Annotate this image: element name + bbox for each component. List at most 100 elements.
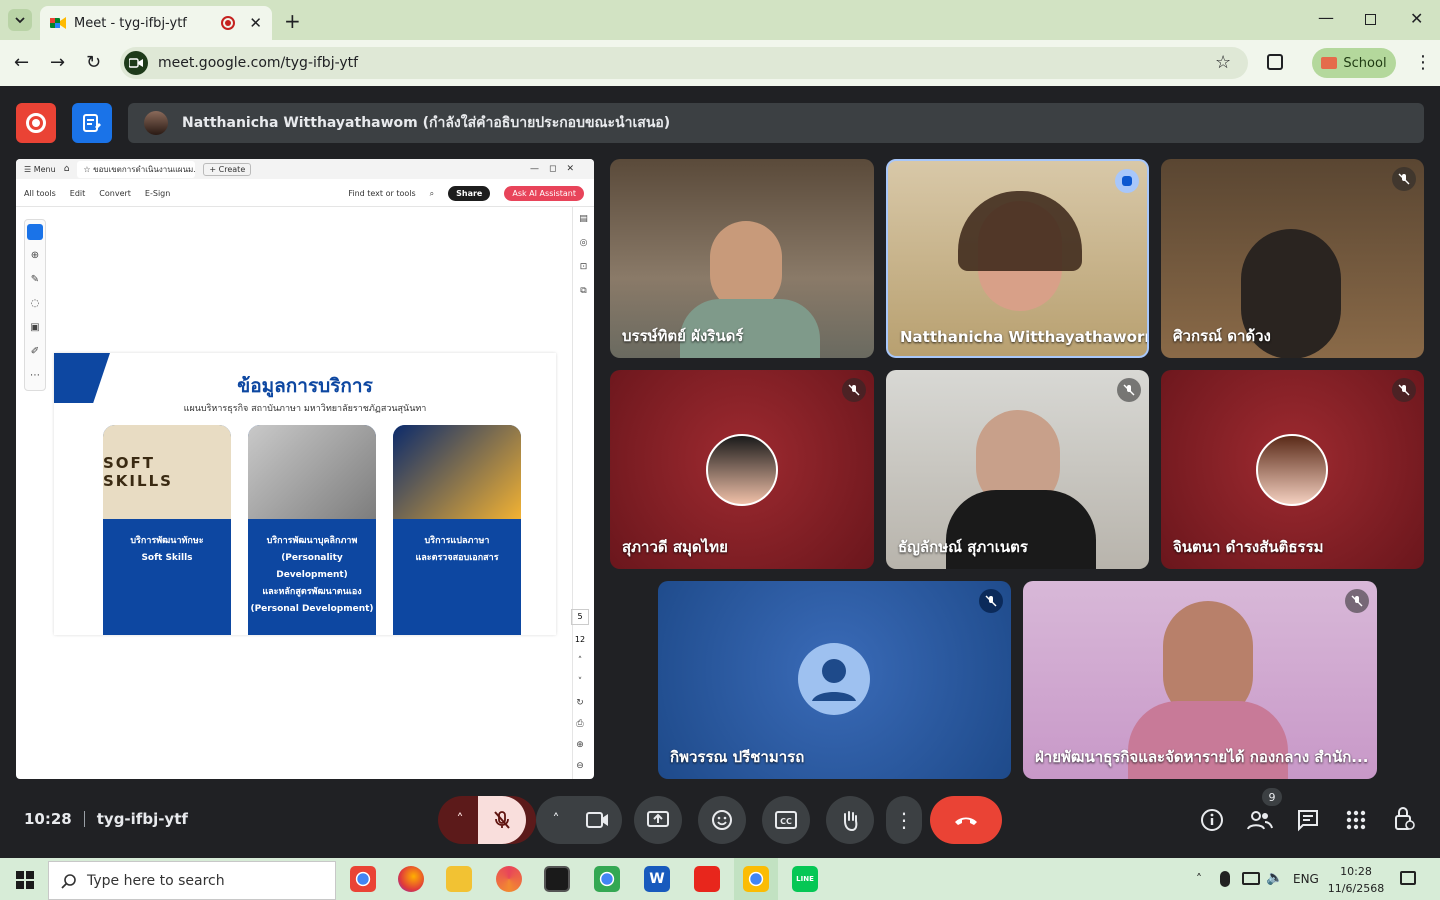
notes-button[interactable] <box>72 103 112 143</box>
extensions-icon[interactable] <box>1267 54 1283 70</box>
hangup-icon <box>955 817 977 825</box>
raise-hand-button[interactable] <box>826 796 874 844</box>
tab-search-button[interactable] <box>8 9 32 31</box>
chrome-app-icon[interactable] <box>350 866 376 892</box>
participant-tile[interactable]: ศิวกรณ์ ดาด้วง <box>1161 159 1424 358</box>
slide-title: ข้อมูลการบริการ <box>237 375 373 397</box>
participant-tile[interactable]: ธัญลักษณ์ สุภาเนตร <box>886 370 1149 569</box>
language-indicator[interactable]: ENG <box>1293 872 1319 886</box>
meeting-code: tyg-ifbj-ytf <box>96 810 188 828</box>
browser-tab-meet[interactable]: Meet - tyg-ifbj-ytf ✕ <box>40 6 272 40</box>
browser-menu-icon[interactable]: ⋮ <box>1414 52 1432 73</box>
start-button[interactable] <box>16 871 34 893</box>
presenter-banner-text: Natthanicha Witthayathawom (กำลังใส่คำอธ… <box>182 115 671 131</box>
doc-esign[interactable]: E-Sign <box>145 189 170 198</box>
acrobat-app-icon[interactable] <box>694 866 720 892</box>
reload-button[interactable]: ↻ <box>86 52 101 73</box>
site-camera-icon[interactable] <box>124 51 148 75</box>
more-options-button[interactable]: ⋮ <box>886 796 922 844</box>
captions-button[interactable]: CC <box>762 796 810 844</box>
doc-ai-button[interactable]: Ask AI Assistant <box>504 186 584 201</box>
card-line: และหลักสูตรพัฒนาตนเอง <box>262 587 362 597</box>
camera-toggle-button[interactable] <box>574 796 622 844</box>
participant-name: สุภาวดี สมุดไทย <box>622 538 728 556</box>
participant-name: ธัญลักษณ์ สุภาเนตร <box>898 538 1028 556</box>
doc-tab[interactable]: ☆ ขอบเขตการดำเนินงานแผนม... ✕ <box>77 160 196 178</box>
taskbar-search-box[interactable]: Type here to search <box>48 861 336 900</box>
mic-off-icon <box>494 811 510 829</box>
new-tab-button[interactable]: + <box>284 9 301 33</box>
bookmark-star-icon[interactable]: ☆ <box>1215 52 1231 73</box>
firefox-app-icon[interactable] <box>398 866 424 892</box>
notifications-icon[interactable] <box>1400 871 1416 885</box>
participant-avatar <box>706 434 778 506</box>
clock-date: 11/6/2568 <box>1327 882 1385 895</box>
home-icon[interactable]: ⌂ <box>64 164 70 174</box>
mic-options-button[interactable]: ˄ <box>438 796 482 844</box>
doc-menu[interactable]: ☰ Menu <box>24 165 56 174</box>
show-hidden-icons[interactable]: ˄ <box>1196 872 1202 886</box>
participant-tile[interactable]: จินตนา ดำรงสันติธรรม <box>1161 370 1424 569</box>
doc-find[interactable]: Find text or tools <box>348 189 415 198</box>
address-bar[interactable]: meet.google.com/tyg-ifbj-ytf <box>120 47 1248 79</box>
mic-off-icon <box>1392 167 1416 191</box>
tab-close-icon[interactable]: ✕ <box>249 14 262 32</box>
doc-edit[interactable]: Edit <box>70 189 86 198</box>
meeting-time: 10:28 <box>24 810 72 828</box>
annotation-tools[interactable]: ⊕ ✎ ◌ ▣ ✐ ⋯ <box>25 244 45 388</box>
doc-all-tools[interactable]: All tools <box>24 189 56 198</box>
reactions-button[interactable] <box>698 796 746 844</box>
select-tool-icon[interactable] <box>27 224 43 240</box>
word-app-icon[interactable]: W <box>644 866 670 892</box>
end-call-button[interactable] <box>930 796 1002 844</box>
present-screen-button[interactable] <box>634 796 682 844</box>
chrome-active-icon[interactable] <box>743 866 769 892</box>
page-nav-controls[interactable]: ˄ ˅ ↻ ⎙ ⊕ ⊖ <box>571 651 589 777</box>
host-controls-button[interactable] <box>1394 806 1416 836</box>
participant-tile[interactable]: กิพวรรณ ปรีชามารถ <box>658 581 1011 779</box>
close-window-button[interactable]: ✕ <box>1410 9 1423 28</box>
notes-icon <box>83 114 101 132</box>
restore-button[interactable] <box>1365 14 1376 25</box>
file-explorer-icon[interactable] <box>446 866 472 892</box>
mic-toggle-button[interactable] <box>478 796 526 844</box>
page-number-input[interactable]: 5 <box>571 609 589 625</box>
profile-avatar-icon <box>1321 57 1338 69</box>
doc-window-controls[interactable]: —◻✕ <box>530 164 584 174</box>
minimize-button[interactable]: — <box>1318 8 1334 27</box>
microphone-tray-icon[interactable] <box>1220 871 1230 887</box>
doc-create-button[interactable]: + Create <box>203 162 252 176</box>
back-button[interactable]: ← <box>14 52 29 73</box>
doc-convert[interactable]: Convert <box>99 189 131 198</box>
participant-tile-active-speaker[interactable]: Natthanicha Witthayathaworn <box>886 159 1149 358</box>
profile-school-button[interactable]: School <box>1312 48 1396 78</box>
terminal-app-icon[interactable] <box>544 866 570 892</box>
participant-tile[interactable]: ฝ่ายพัฒนาธุรกิจและจัดหารายได้ กองกลาง สำ… <box>1023 581 1377 779</box>
recording-button[interactable] <box>16 103 56 143</box>
activities-button[interactable] <box>1344 808 1368 836</box>
card-line: บริการพัฒนาทักษะ <box>130 536 204 546</box>
participant-video <box>710 221 782 311</box>
camera-options-button[interactable]: ˄ <box>536 796 576 844</box>
doc-search-icon[interactable]: ⌕ <box>430 189 434 199</box>
slide-subtitle: แผนบริหารธุรกิจ สถาบันภาษา มหาวิทยาลัยรา… <box>183 404 427 414</box>
record-icon <box>26 113 46 133</box>
line-app-icon[interactable]: LINE <box>792 866 818 892</box>
meeting-details-button[interactable] <box>1200 808 1224 836</box>
url-text: meet.google.com/tyg-ifbj-ytf <box>158 55 359 71</box>
participant-tile[interactable]: บรรษ์ทิตย์ ผังรินดร์ <box>610 159 874 358</box>
participant-tile[interactable]: สุภาวดี สมุดไทย <box>610 370 874 569</box>
network-tray-icon[interactable] <box>1242 872 1260 885</box>
doc-tool-rail: ⊕ ✎ ◌ ▣ ✐ ⋯ <box>24 219 46 391</box>
doc-share-button[interactable]: Share <box>448 186 491 201</box>
forward-button[interactable]: → <box>50 52 65 73</box>
svg-text:CC: CC <box>780 817 792 826</box>
taskbar-clock[interactable]: 10:28 11/6/2568 <box>1324 863 1388 897</box>
chrome-profile-icon[interactable] <box>594 866 620 892</box>
chat-button[interactable] <box>1296 808 1320 836</box>
people-button[interactable] <box>1247 808 1273 836</box>
card-line: (Personal Development) <box>250 604 374 614</box>
app-icon[interactable] <box>496 866 522 892</box>
tab-title: Meet - tyg-ifbj-ytf <box>74 15 187 31</box>
volume-tray-icon[interactable]: 🔈 <box>1266 870 1283 886</box>
